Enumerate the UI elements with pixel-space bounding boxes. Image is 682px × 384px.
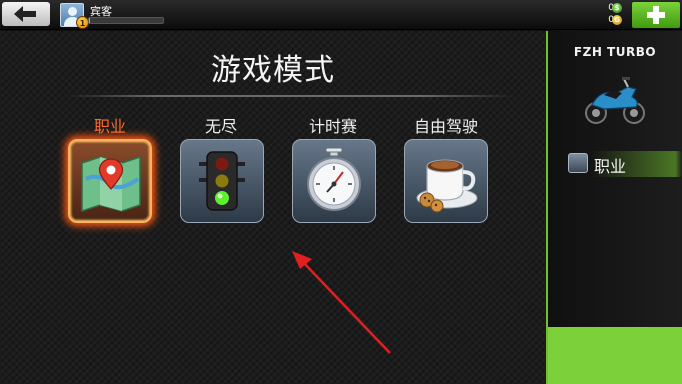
bike-name: FZH TURBO (573, 45, 657, 59)
selected-mode-label: 职业 (594, 157, 627, 176)
cash-amount: 0 (584, 3, 614, 13)
selected-mode-row[interactable]: 职业 (552, 151, 682, 177)
back-arrow-icon (14, 6, 36, 22)
top-bar: 1 宾客 0 $ 0 G (0, 0, 682, 30)
game-mode-panel: 游戏模式 职业 无尽 计时赛 自由驾驶 (0, 31, 546, 384)
gold-amount: 0 (584, 15, 614, 25)
xp-progress-bar (88, 17, 164, 24)
right-sidebar: FZH TURBO 职业 (546, 31, 682, 384)
motorcycle-icon[interactable] (582, 77, 648, 125)
red-arrow-annotation (292, 251, 391, 354)
map-pin-icon (568, 153, 588, 173)
play-button[interactable] (548, 327, 682, 384)
gold-coin-icon: G (612, 15, 622, 25)
back-button[interactable] (2, 2, 50, 26)
xp-progress-fill (89, 18, 91, 23)
add-currency-button[interactable] (632, 2, 680, 28)
dollar-coin-icon: $ (612, 3, 622, 13)
